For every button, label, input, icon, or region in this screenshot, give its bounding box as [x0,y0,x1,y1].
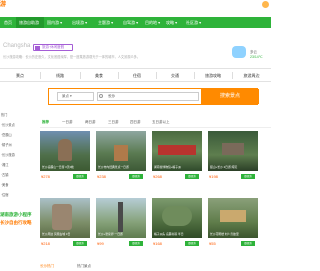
residence-shape [220,210,246,222]
bottom-hot-label[interactable]: 长沙热门 [40,264,54,268]
tour-card[interactable]: 长沙周边 凤凰古城 3日 ¥218 跟团游 [40,198,90,250]
main-nav: 首页 旅游自助游 国内游 ▾ 出境游 ▾ 主题游 ▾ 自驾游 ▾ 目的地 ▾ 攻… [0,17,271,28]
pagoda-shape [114,145,128,161]
tab-travel-guide[interactable]: 旅游攻略 [194,69,232,82]
tour-card[interactable]: 长沙市内经典景点一日游 ¥238 跟团游 [96,131,146,183]
tour-price: ¥278 [41,174,50,179]
tour-caption: 湖南省博物馆+橘子洲 [154,165,181,169]
tour-tag: 跟团游 [185,174,199,179]
tour-caption: 长沙市内经典景点一日游 [98,165,129,169]
filter-four-day[interactable]: 四日游 [130,120,141,125]
nav-item-outbound[interactable]: 出境游 ▾ [70,17,94,28]
tab-lodging[interactable]: 住宿 [118,69,156,82]
sidebar-item[interactable]: ·古镇 [1,172,8,177]
top-bar: 游 [0,0,271,9]
filter-recommended[interactable]: 推荐 [42,120,49,125]
sidebar-item[interactable]: ·长沙景点 [1,122,15,127]
filter-one-day[interactable]: 一日游 [62,120,73,125]
site-logo[interactable]: 游 [0,1,20,9]
tour-price: ¥218 [41,241,50,246]
sidebar-item[interactable]: ·岳麓山 [1,132,12,137]
tour-caption: 韶山+长沙 2日游 纯玩 [210,165,238,169]
sidebar-promo[interactable]: 湖南旅游小程序 长沙自由行攻略 [0,212,34,230]
nav-item-theme[interactable]: 主题游 ▾ [96,17,120,28]
sidebar-item[interactable]: ·长沙旅游 [1,152,15,157]
tour-price: ¥268 [153,174,162,179]
tour-card[interactable]: 长沙岳麓山一日游 3天2晚 ¥278 跟团游 [40,131,90,183]
category-tabs: 景点 线路 美食 住宿 交通 旅游攻略 旅游周边 [0,68,271,82]
tour-caption: 长沙岳麓山一日游 3天2晚 [42,165,74,169]
weather-icon [232,46,246,58]
tour-tag: 跟团游 [73,241,87,246]
sidebar-item[interactable]: ·住宿 [1,192,8,197]
nav-item-community[interactable]: 社区游 ▾ [184,17,206,28]
sidebar-item[interactable]: ·湘江 [1,162,8,167]
house-shape [222,143,244,155]
tour-tag: 跟团游 [129,174,143,179]
tour-price: ¥238 [97,174,106,179]
tour-card[interactable]: 长沙花明楼 刘少奇故里 ¥55 跟团游 [208,198,258,250]
tour-card[interactable]: 长沙+张家界 一日游 ¥99 跟团游 [96,198,146,250]
nav-item-destination[interactable]: 目的地 ▾ [143,17,165,28]
filter-two-day[interactable]: 两日游 [85,120,96,125]
tour-caption: 长沙+张家界 一日游 [98,232,123,236]
search-icon [99,94,103,98]
tour-caption: 长沙周边 凤凰古城 3日 [42,232,71,236]
tab-sights[interactable]: 景点 [0,69,40,82]
badge-label: 旅游·休闲度假 [42,45,65,49]
monument-shape [118,202,123,232]
tour-card[interactable]: 湖南省博物馆+橘子洲 ¥268 跟团游 [152,131,202,183]
tour-card[interactable]: 韶山+长沙 2日游 纯玩 ¥198 跟团游 [208,131,258,183]
tour-tag: 跟团游 [241,174,255,179]
tour-tag: 跟团游 [185,241,199,246]
tour-price: ¥55 [209,241,216,246]
nav-item-self-tour[interactable]: 旅游自助游 [16,17,44,28]
weather-temp: 23/14℃ [250,55,263,59]
sidebar-heading: 热门 [1,113,8,117]
nav-item-selfdrive[interactable]: 自驾游 ▾ [121,17,143,28]
tree-shape [162,206,192,226]
badge-icon [35,45,40,50]
tab-food[interactable]: 美食 [80,69,118,82]
tour-card[interactable]: 橘子洲头 岳麓书院 半日 ¥168 跟团游 [152,198,202,250]
nav-item-guide[interactable]: 攻略 ▾ [164,17,184,28]
tab-transport[interactable]: 交通 [156,69,194,82]
city-intro: 长沙旅游攻略：长沙历史悠久，文化底蕴深厚，是一座集旅游观光于一体的城市，人文景观… [3,55,141,59]
promo-line2: 长沙自由行攻略 [0,220,32,225]
user-icon[interactable] [262,1,269,8]
city-name: Changsha [3,43,31,49]
filter-three-day[interactable]: 三日游 [108,120,119,125]
building-shape [158,145,196,155]
tab-routes[interactable]: 线路 [40,69,80,82]
tour-price: ¥168 [153,241,162,246]
tour-tag: 跟团游 [241,241,255,246]
tour-tag: 跟团游 [73,174,87,179]
search-input[interactable]: 长沙 [97,92,199,101]
filter-five-plus[interactable]: 五日游以上 [152,120,170,125]
tab-nearby[interactable]: 旅游周边 [232,69,271,82]
tour-price: ¥198 [209,174,218,179]
tour-caption: 橘子洲头 岳麓书院 半日 [154,232,184,236]
bottom-more-label[interactable]: 热门景点 [77,264,91,268]
sidebar-item[interactable]: ·美食 [1,182,8,187]
statue-shape [58,139,72,161]
weather-info: 多云 23/14℃ [250,50,263,60]
city-badge[interactable]: 旅游·休闲度假 [33,44,73,51]
duration-filters: 推荐 一日游 两日游 三日游 四日游 五日游以上 [40,120,271,128]
tour-tag: 跟团游 [129,241,143,246]
bottom-section: 长沙热门 热门景点 [40,264,91,269]
search-category-select[interactable]: 景点 ▾ [57,92,94,101]
sidebar-item[interactable]: ·橘子洲 [1,142,12,147]
tour-price: ¥99 [97,241,104,246]
search-bar: 景点 ▾ 长沙 搜索景点 [48,88,259,105]
search-value: 长沙 [108,94,115,98]
nav-item-domestic[interactable]: 国内游 ▾ [45,17,69,28]
nav-item-home[interactable]: 首页 [4,17,16,28]
tour-caption: 长沙花明楼 刘少奇故里 [210,232,239,236]
rock-shape [52,204,72,230]
search-button[interactable]: 搜索景点 [201,89,259,104]
promo-line1: 湖南旅游小程序 [0,212,32,217]
